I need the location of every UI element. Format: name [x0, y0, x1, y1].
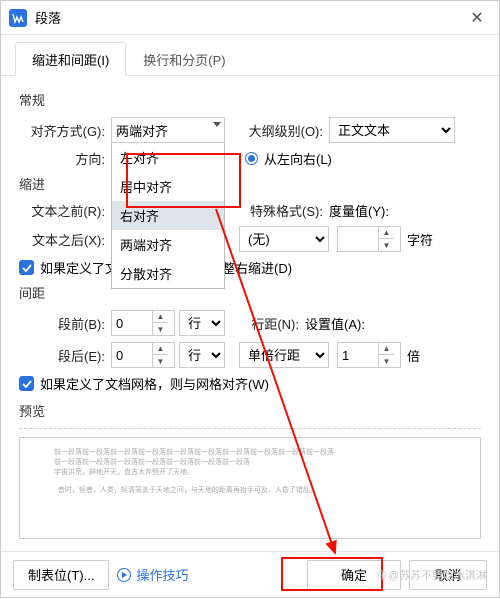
- label-after-para: 段后(E):: [19, 346, 111, 365]
- outline-select[interactable]: 正文文本: [329, 117, 455, 143]
- label-line-spacing: 行距(N):: [225, 314, 305, 333]
- label-set-value: 设置值(A):: [305, 314, 391, 333]
- label-snap-grid: 如果定义了文档网格，则与网格对齐(W): [40, 374, 269, 393]
- tab-indent-spacing[interactable]: 缩进和间距(I): [15, 42, 126, 76]
- section-spacing: 间距: [19, 286, 45, 301]
- after-unit[interactable]: 行: [179, 342, 225, 368]
- label-ltr: 从左向右(L): [264, 149, 332, 168]
- measure-spinner[interactable]: ▲▼: [337, 226, 401, 252]
- label-align: 对齐方式(G):: [19, 121, 111, 140]
- watermark: ⊕@苏苏不要吃冰淇淋: [377, 567, 487, 583]
- unit-char: 字符: [407, 230, 433, 249]
- label-special: 特殊格式(S):: [225, 201, 329, 220]
- align-option-right[interactable]: 右对齐: [112, 201, 224, 230]
- label-before-text: 文本之前(R):: [19, 201, 111, 220]
- label-measure: 度量值(Y):: [329, 201, 415, 220]
- preview-box: 前一段落前一段落前一段落前一段落前一段落前一段落前一段落前一段落前一段落前一段落…: [19, 437, 481, 539]
- after-para-spinner[interactable]: ▲▼: [111, 342, 175, 368]
- tips-link[interactable]: 操作技巧: [117, 565, 188, 584]
- radio-ltr[interactable]: [245, 152, 258, 165]
- align-option-center[interactable]: 居中对齐: [112, 172, 224, 201]
- align-dropdown: 左对齐 居中对齐 右对齐 两端对齐 分散对齐: [111, 143, 225, 289]
- special-select[interactable]: (无): [239, 226, 329, 252]
- section-indent: 缩进: [19, 177, 45, 192]
- before-unit[interactable]: 行: [179, 310, 225, 336]
- before-para-spinner[interactable]: ▲▼: [111, 310, 175, 336]
- section-general: 常规: [19, 90, 481, 109]
- app-icon: [9, 9, 27, 27]
- tabstop-button[interactable]: 制表位(T)...: [13, 560, 109, 590]
- label-before-para: 段前(B):: [19, 314, 111, 333]
- align-select[interactable]: 左对齐 居中对齐 右对齐 两端对齐 分散对齐: [111, 117, 225, 143]
- align-option-justify[interactable]: 两端对齐: [112, 230, 224, 259]
- tab-line-page-break[interactable]: 换行和分页(P): [126, 42, 242, 76]
- checkbox-auto-adjust[interactable]: [19, 260, 34, 275]
- close-icon[interactable]: ✕: [463, 8, 491, 28]
- section-preview: 预览: [19, 404, 45, 419]
- set-value-spinner[interactable]: ▲▼: [337, 342, 401, 368]
- label-outline: 大纲级别(O):: [225, 121, 329, 140]
- line-spacing-select[interactable]: 单倍行距: [239, 342, 329, 368]
- align-option-distribute[interactable]: 分散对齐: [112, 259, 224, 288]
- label-after-text: 文本之后(X):: [19, 230, 111, 249]
- chevron-down-icon: [213, 122, 221, 127]
- checkbox-snap-grid[interactable]: [19, 376, 34, 391]
- label-direction: 方向:: [19, 149, 111, 168]
- window-title: 段落: [35, 8, 463, 27]
- align-option-left[interactable]: 左对齐: [112, 143, 224, 172]
- play-icon: [117, 568, 131, 582]
- unit-times: 倍: [407, 346, 420, 365]
